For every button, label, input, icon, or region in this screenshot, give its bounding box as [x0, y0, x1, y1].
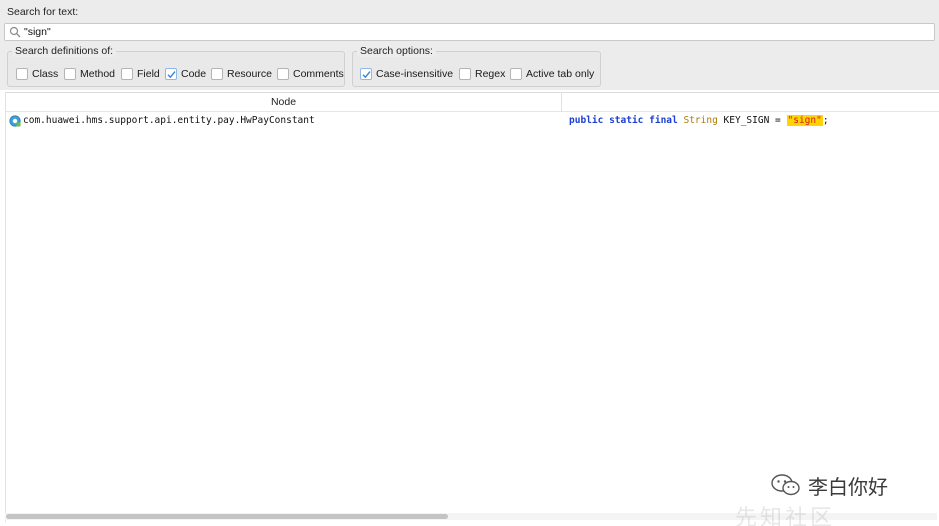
class-checkbox-label: Class	[32, 68, 59, 80]
search-definitions-title: Search definitions of:	[12, 45, 117, 57]
class-node-icon	[9, 115, 21, 127]
type-string: String	[683, 115, 718, 126]
field-name: KEY_SIGN	[723, 115, 770, 126]
method-checkbox-label: Method	[80, 68, 116, 80]
regex-checkbox-label: Regex	[475, 68, 506, 80]
method-checkbox[interactable]: Method	[64, 67, 115, 81]
table-row[interactable]: com.huawei.hms.support.api.entity.pay.Hw…	[6, 114, 939, 128]
column-header-node[interactable]: Node	[6, 93, 561, 112]
active-tab-only-checkbox[interactable]: Active tab only	[510, 67, 594, 81]
horizontal-scrollbar-thumb[interactable]	[6, 514, 448, 519]
comments-checkbox-label: Comments	[293, 68, 344, 80]
resource-checkbox-label: Resource	[227, 68, 272, 80]
class-checkbox[interactable]: Class	[16, 67, 58, 81]
keyword-static: static	[609, 115, 644, 126]
regex-checkbox-box[interactable]	[459, 68, 471, 80]
field-checkbox[interactable]: Field	[121, 67, 160, 81]
case-insensitive-checkbox-box[interactable]	[360, 68, 372, 80]
search-for-text-label: Search for text:	[7, 6, 79, 18]
regex-checkbox[interactable]: Regex	[459, 67, 505, 81]
equals-sign: =	[775, 115, 781, 126]
method-checkbox-box[interactable]	[64, 68, 76, 80]
node-path: com.huawei.hms.support.api.entity.pay.Hw…	[23, 115, 315, 126]
comments-checkbox[interactable]: Comments	[277, 67, 344, 81]
resource-checkbox[interactable]: Resource	[211, 67, 272, 81]
search-options-group: Search options: Case-insensitive Regex A…	[352, 45, 601, 87]
code-checkbox-label: Code	[181, 68, 207, 80]
class-checkbox-box[interactable]	[16, 68, 28, 80]
code-checkbox[interactable]: Code	[165, 67, 206, 81]
search-box[interactable]	[4, 23, 935, 41]
search-icon	[9, 26, 21, 38]
checkmark-icon	[167, 71, 176, 79]
field-checkbox-label: Field	[137, 68, 160, 80]
case-insensitive-checkbox[interactable]: Case-insensitive	[360, 67, 453, 81]
keyword-public: public	[569, 115, 604, 126]
semicolon: ;	[822, 115, 829, 126]
highlighted-match: "sign"	[786, 115, 823, 126]
watermark-faded-text: 先知社区	[735, 506, 836, 526]
search-definitions-group: Search definitions of: Class Method Fiel…	[7, 45, 345, 87]
active-tab-only-checkbox-label: Active tab only	[526, 68, 595, 80]
search-input[interactable]	[24, 24, 924, 40]
column-header-code[interactable]	[562, 93, 939, 112]
comments-checkbox-box[interactable]	[277, 68, 289, 80]
watermark-text: 李白你好	[808, 474, 888, 499]
field-checkbox-box[interactable]	[121, 68, 133, 80]
resource-checkbox-box[interactable]	[211, 68, 223, 80]
table-header: Node	[6, 93, 939, 112]
keyword-final: final	[649, 115, 678, 126]
wechat-icon	[771, 474, 800, 496]
results-table[interactable]: Node com.huawei.hms.support.api.entity.p…	[5, 92, 939, 522]
code-checkbox-box[interactable]	[165, 68, 177, 80]
search-dialog: Search for text: Search definitions of: …	[0, 0, 939, 526]
code-snippet: public static final String KEY_SIGN = "s…	[569, 114, 829, 128]
active-tab-only-checkbox-box[interactable]	[510, 68, 522, 80]
search-controls-pane: Search for text: Search definitions of: …	[0, 0, 939, 90]
checkmark-icon	[362, 71, 371, 79]
watermark: 李白你好	[770, 472, 888, 499]
search-options-title: Search options:	[357, 45, 436, 57]
case-insensitive-checkbox-label: Case-insensitive	[376, 68, 454, 80]
